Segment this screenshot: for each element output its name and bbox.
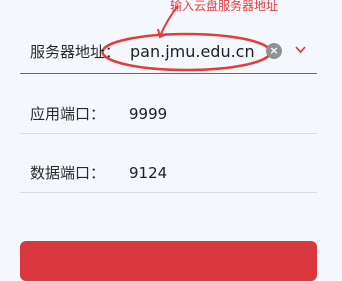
server-address-row[interactable]: 服务器地址： pan.jmu.edu.cn × bbox=[20, 30, 317, 74]
clear-icon[interactable]: × bbox=[266, 43, 282, 59]
data-port-input[interactable]: 9124 bbox=[129, 164, 167, 182]
app-port-row[interactable]: 应用端口： 9999 bbox=[20, 94, 317, 134]
server-address-input[interactable]: pan.jmu.edu.cn bbox=[130, 42, 255, 61]
data-port-row[interactable]: 数据端口： 9124 bbox=[20, 153, 317, 193]
data-port-label: 数据端口： bbox=[30, 164, 106, 182]
submit-button[interactable] bbox=[20, 241, 317, 281]
app-port-input[interactable]: 9999 bbox=[129, 105, 167, 123]
app-port-label: 应用端口： bbox=[30, 105, 106, 123]
chevron-down-icon[interactable] bbox=[295, 46, 306, 54]
server-address-label: 服务器地址： bbox=[30, 43, 121, 61]
